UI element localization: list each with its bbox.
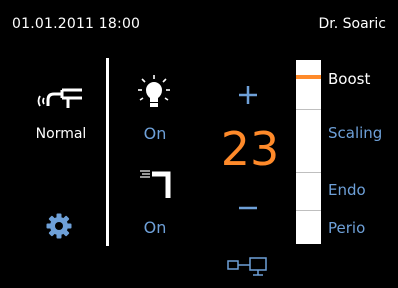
mode-selector-bar[interactable] <box>296 60 321 244</box>
bar-separator <box>296 172 321 173</box>
mode-option-perio[interactable]: Perio <box>328 219 365 237</box>
bar-separator <box>296 210 321 211</box>
water-spray-icon <box>138 168 176 200</box>
datetime-display: 01.01.2011 18:00 <box>12 16 141 32</box>
selected-mode-marker <box>296 75 321 79</box>
minus-icon[interactable] <box>236 200 260 214</box>
ultrasonic-control-screen: 01.01.2011 18:00 Dr. Soaric Normal On On… <box>0 0 398 288</box>
power-value: 23 <box>220 122 280 176</box>
mode-option-endo[interactable]: Endo <box>328 181 366 199</box>
light-bulb-icon <box>134 75 174 111</box>
handpiece-connection-icon[interactable] <box>226 256 272 278</box>
mode-option-scaling[interactable]: Scaling <box>328 124 382 142</box>
light-status[interactable]: On <box>128 124 182 143</box>
bar-separator <box>296 109 321 110</box>
water-status[interactable]: On <box>128 218 182 237</box>
gear-icon[interactable] <box>45 212 73 240</box>
user-name[interactable]: Dr. Soaric <box>318 16 386 32</box>
plus-icon[interactable] <box>236 83 260 107</box>
column-divider <box>106 58 109 246</box>
mode-option-boost[interactable]: Boost <box>328 70 370 88</box>
handpiece-mode-icon[interactable] <box>36 84 86 114</box>
mode-label: Normal <box>35 126 87 142</box>
